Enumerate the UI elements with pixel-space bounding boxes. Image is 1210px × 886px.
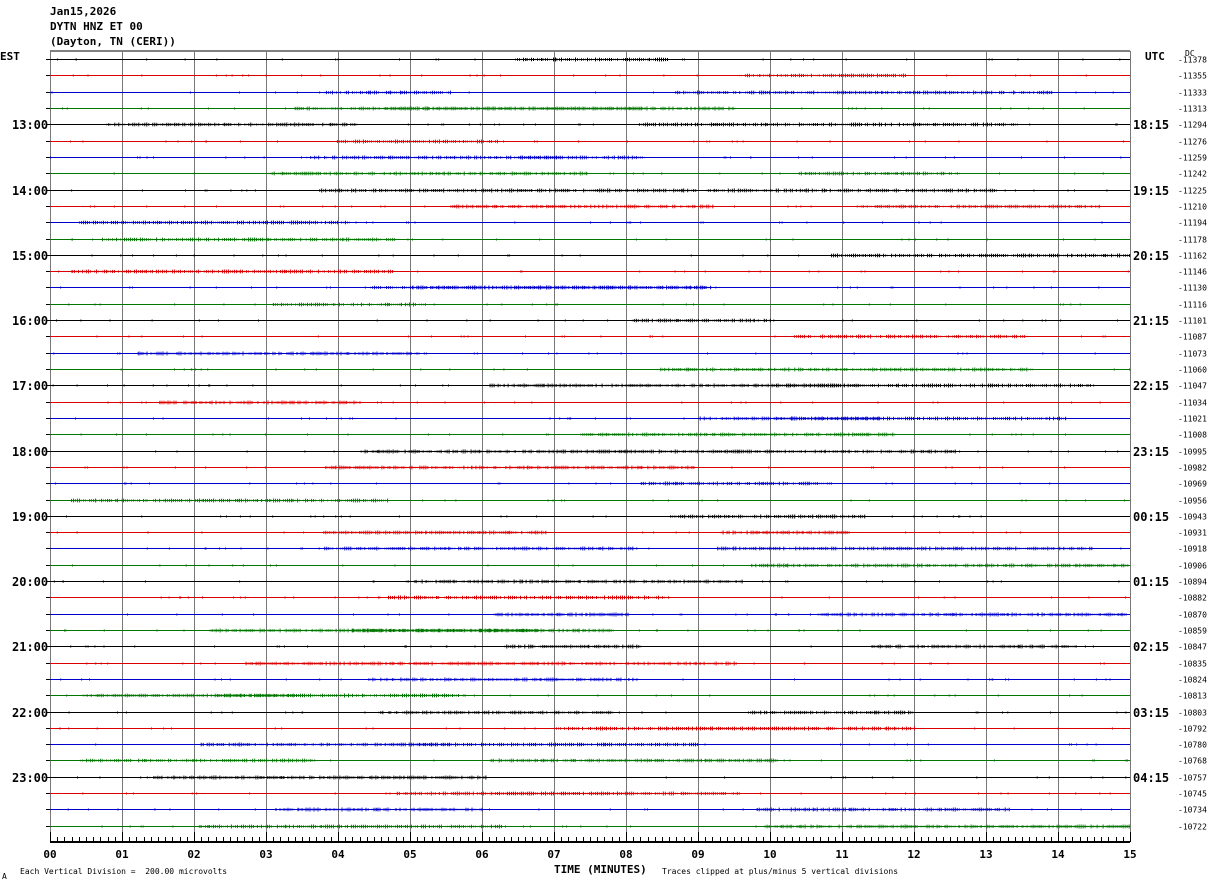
dc-offset-label: -11294 (1178, 121, 1207, 130)
dc-offset-label: -11073 (1178, 350, 1207, 359)
dc-offset-label: -10835 (1178, 660, 1207, 669)
x-tick-label: 15 (1123, 848, 1136, 861)
dc-offset-label: -11162 (1178, 252, 1207, 261)
dc-offset-label: -11087 (1178, 333, 1207, 342)
dc-offset-label: -11194 (1178, 219, 1207, 228)
right-hour-label: 19:15 (1133, 184, 1169, 198)
x-tick-label: 00 (43, 848, 56, 861)
x-tick-label: 07 (547, 848, 560, 861)
dc-offset-label: -11146 (1178, 268, 1207, 277)
dc-offset-label: -11355 (1178, 72, 1207, 81)
footer-mark: A (2, 872, 7, 881)
dc-offset-label: -10745 (1178, 790, 1207, 799)
dc-offset-label: -10734 (1178, 806, 1207, 815)
left-hour-label: 15:00 (12, 249, 48, 263)
x-tick-label: 09 (691, 848, 704, 861)
left-hour-label: 23:00 (12, 771, 48, 785)
x-axis-title: TIME (MINUTES) (554, 863, 647, 876)
left-hour-label: 14:00 (12, 184, 48, 198)
left-hour-label: 13:00 (12, 118, 48, 132)
x-tick-label: 03 (259, 848, 272, 861)
dc-offset-label: -10882 (1178, 594, 1207, 603)
dc-offset-label: -11276 (1178, 138, 1207, 147)
right-hour-label: 00:15 (1133, 510, 1169, 524)
dc-offset-label: -11333 (1178, 89, 1207, 98)
right-hour-label: 02:15 (1133, 640, 1169, 654)
right-hour-label: 21:15 (1133, 314, 1169, 328)
dc-offset-label: -11116 (1178, 301, 1207, 310)
dc-offset-label: -10995 (1178, 448, 1207, 457)
x-tick-label: 06 (475, 848, 489, 861)
dc-offset-label: -11210 (1178, 203, 1207, 212)
right-hour-label: 20:15 (1133, 249, 1169, 263)
x-tick-label: 01 (115, 848, 129, 861)
dc-offset-label: -10956 (1178, 497, 1207, 506)
dc-offset-label: -10918 (1178, 545, 1207, 554)
x-tick-label: 08 (619, 848, 632, 861)
left-hour-label: 19:00 (12, 510, 48, 524)
left-hour-label: 16:00 (12, 314, 48, 328)
left-hour-label: 20:00 (12, 575, 48, 589)
dc-offset-label: -10906 (1178, 562, 1207, 571)
right-hour-label: 04:15 (1133, 771, 1169, 785)
x-tick-label: 02 (187, 848, 200, 861)
dc-offset-label: -11101 (1178, 317, 1207, 326)
dc-offset-label: -10969 (1178, 480, 1207, 489)
dc-offset-label: -10859 (1178, 627, 1207, 636)
x-tick-label: 11 (835, 848, 849, 861)
dc-offset-label: -11034 (1178, 399, 1207, 408)
dc-offset-label: -11008 (1178, 431, 1207, 440)
dc-offset-label: -11259 (1178, 154, 1207, 163)
dc-offset-label: -11313 (1178, 105, 1207, 114)
left-hour-label: 17:00 (12, 379, 48, 393)
right-hour-label: 22:15 (1133, 379, 1169, 393)
left-hour-label: 22:00 (12, 706, 48, 720)
dc-offset-label: -11060 (1178, 366, 1207, 375)
dc-offset-label: -11242 (1178, 170, 1207, 179)
dc-offset-label: -10931 (1178, 529, 1207, 538)
dc-offset-label: -10894 (1178, 578, 1207, 587)
footer-clip-note: Traces clipped at plus/minus 5 vertical … (662, 867, 899, 876)
dc-offset-label: -10757 (1178, 774, 1207, 783)
footer-scale-note: Each Vertical Division = 200.00 microvol… (20, 867, 228, 876)
dc-offset-label: -11047 (1178, 382, 1207, 391)
right-hour-label: 18:15 (1133, 118, 1169, 132)
left-hour-label: 18:00 (12, 445, 48, 459)
x-tick-label: 14 (1051, 848, 1065, 861)
left-hour-label: 21:00 (12, 640, 48, 654)
right-hour-label: 23:15 (1133, 445, 1169, 459)
dc-offset-label: -10803 (1178, 709, 1207, 718)
right-hour-label: 03:15 (1133, 706, 1169, 720)
dc-offset-label: -10768 (1178, 757, 1207, 766)
dc-offset-label: -10824 (1178, 676, 1207, 685)
dc-offset-label: -11378 (1178, 56, 1207, 65)
x-tick-label: 10 (763, 848, 776, 861)
dc-offset-label: -10847 (1178, 643, 1207, 652)
dc-offset-label: -10722 (1178, 823, 1207, 832)
dc-offset-label: -11021 (1178, 415, 1207, 424)
dc-offset-label: -10792 (1178, 725, 1207, 734)
x-tick-label: 12 (907, 848, 920, 861)
seismogram-plot: -11378 -11355 -11333 -11313 -11294 -11276 -112… (12, 50, 1207, 861)
dc-offset-label: -10943 (1178, 513, 1207, 522)
x-tick-label: 05 (403, 848, 416, 861)
dc-offset-label: -11225 (1178, 187, 1207, 196)
dc-offset-label: -11130 (1178, 284, 1207, 293)
dc-offset-label: -10780 (1178, 741, 1207, 750)
x-tick-label: 13 (979, 848, 992, 861)
x-tick-label: 04 (331, 848, 345, 861)
dc-offset-label: -11178 (1178, 236, 1207, 245)
dc-offset-label: -10813 (1178, 692, 1207, 701)
dc-offset-label: -10870 (1178, 611, 1207, 620)
dc-offset-label: -10982 (1178, 464, 1207, 473)
right-hour-label: 01:15 (1133, 575, 1169, 589)
